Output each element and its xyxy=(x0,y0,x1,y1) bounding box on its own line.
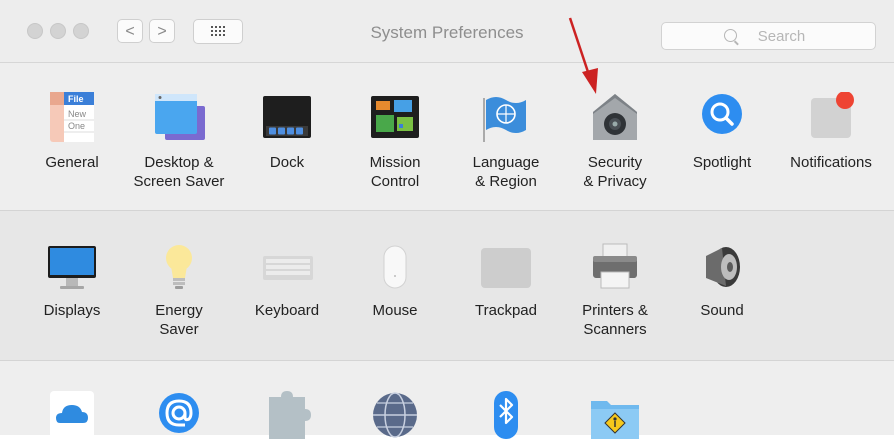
show-all-button[interactable] xyxy=(193,19,243,44)
energy-saver-icon xyxy=(153,242,205,292)
pref-label: General xyxy=(45,154,99,171)
chevron-right-icon: > xyxy=(157,23,167,40)
bluetooth-icon xyxy=(480,389,532,439)
language-region-icon xyxy=(480,92,532,142)
pref-label: Keyboard xyxy=(254,302,320,319)
pref-extensions[interactable] xyxy=(227,361,347,439)
hardware-section: Displays Energy Saver Keyboard Mouse Tra… xyxy=(0,211,894,361)
pref-bluetooth[interactable] xyxy=(446,361,566,439)
pref-sharing[interactable] xyxy=(555,361,675,439)
pref-mission-control[interactable]: Mission Control xyxy=(335,63,455,210)
pref-label: Trackpad xyxy=(475,302,537,319)
sharing-folder-icon xyxy=(589,389,641,439)
printers-scanners-icon xyxy=(589,242,641,292)
globe-icon xyxy=(369,389,421,439)
pref-label: Language & Region xyxy=(472,154,540,190)
pref-energy-saver[interactable]: Energy Saver xyxy=(119,211,239,360)
spotlight-icon xyxy=(696,92,748,142)
mouse-icon xyxy=(369,242,421,292)
annotation-arrow xyxy=(568,17,598,94)
trackpad-icon xyxy=(480,242,532,292)
grid-icon xyxy=(211,26,225,38)
pref-label: Printers & Scanners xyxy=(582,302,648,338)
pref-mouse[interactable]: Mouse xyxy=(335,211,455,360)
close-window-button[interactable] xyxy=(27,23,43,39)
pref-notifications[interactable]: Notifications xyxy=(771,63,891,210)
forward-button[interactable]: > xyxy=(149,19,175,43)
pref-label: Desktop & Screen Saver xyxy=(133,154,225,190)
keyboard-icon xyxy=(261,242,313,292)
internet-section xyxy=(0,361,894,439)
sound-icon xyxy=(696,242,748,292)
pref-spotlight[interactable]: Spotlight xyxy=(662,63,782,210)
personal-section: File New One General Desktop & Screen Sav… xyxy=(0,63,894,211)
pref-language-region[interactable]: Language & Region xyxy=(446,63,566,210)
pref-sound[interactable]: Sound xyxy=(662,211,782,360)
puzzle-piece-icon xyxy=(261,389,313,439)
general-icon-text-file: File xyxy=(68,94,84,104)
pref-label: Mission Control xyxy=(369,154,421,190)
displays-icon xyxy=(46,242,98,292)
zoom-window-button[interactable] xyxy=(73,23,89,39)
pref-trackpad[interactable]: Trackpad xyxy=(446,211,566,360)
pref-desktop-screen-saver[interactable]: Desktop & Screen Saver xyxy=(119,63,239,210)
chevron-left-icon: < xyxy=(125,23,135,40)
search-input[interactable] xyxy=(662,23,875,49)
icloud-icon xyxy=(46,389,98,439)
back-button[interactable]: < xyxy=(117,19,143,43)
pref-label: Sound xyxy=(700,302,744,319)
pref-label: Security & Privacy xyxy=(583,154,647,190)
pref-icloud[interactable] xyxy=(12,361,132,439)
pref-label: Spotlight xyxy=(692,154,752,171)
dock-icon xyxy=(261,92,313,142)
pref-keyboard[interactable]: Keyboard xyxy=(227,211,347,360)
pref-label: Energy Saver xyxy=(155,302,203,338)
general-icon-text-new: New xyxy=(68,109,87,119)
pref-printers-scanners[interactable]: Printers & Scanners xyxy=(555,211,675,360)
pref-network[interactable] xyxy=(335,361,455,438)
pref-dock[interactable]: Dock xyxy=(227,63,347,210)
at-sign-icon xyxy=(153,389,205,439)
pref-label: Mouse xyxy=(372,302,418,319)
desktop-screen-saver-icon xyxy=(153,92,205,142)
pref-general[interactable]: File New One General xyxy=(12,63,132,210)
notifications-icon xyxy=(805,92,857,142)
general-icon: File New One xyxy=(46,92,98,142)
pref-label: Dock xyxy=(269,154,305,171)
pref-label: Notifications xyxy=(790,154,872,171)
search-field[interactable] xyxy=(661,22,876,50)
title-bar: < > System Preferences xyxy=(0,0,894,63)
general-icon-text-one: One xyxy=(68,121,85,131)
pref-internet-accounts[interactable] xyxy=(119,361,239,435)
pref-displays[interactable]: Displays xyxy=(12,211,132,360)
pref-label: Displays xyxy=(43,302,101,319)
mission-control-icon xyxy=(369,92,421,142)
minimize-window-button[interactable] xyxy=(50,23,66,39)
